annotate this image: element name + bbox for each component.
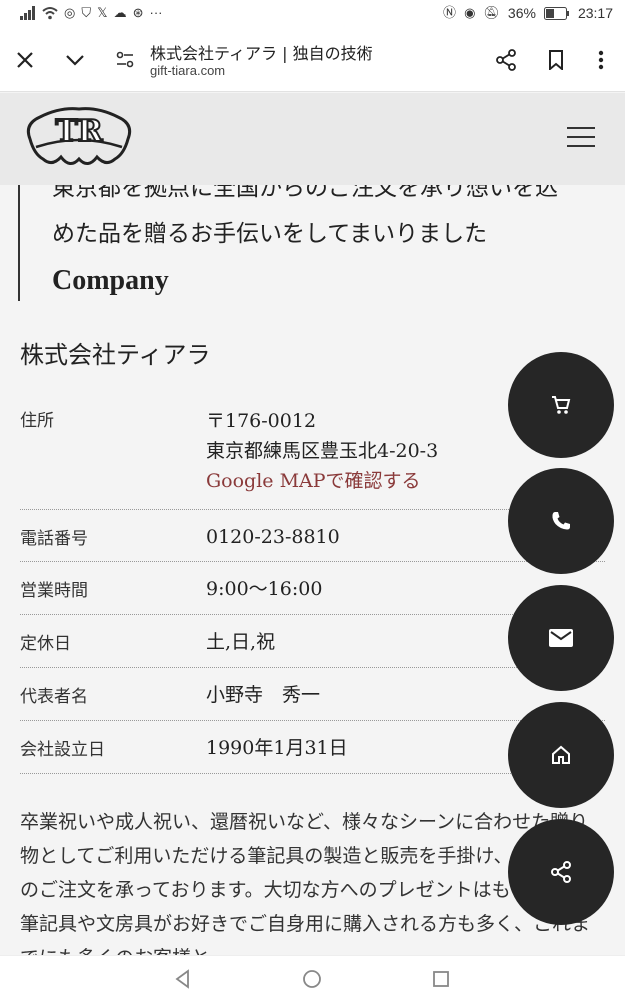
home-nav-button[interactable]	[301, 968, 323, 990]
system-nav-bar	[0, 955, 625, 1000]
menu-line-icon	[567, 136, 595, 138]
recents-button[interactable]	[430, 968, 452, 990]
info-label: 代表者名	[20, 687, 88, 707]
more-notifications-icon: ···	[149, 5, 163, 20]
menu-line-icon	[567, 127, 595, 129]
site-settings-button[interactable]	[105, 40, 145, 80]
tiara-logo-icon: TR	[26, 107, 132, 165]
intro-line-2: めた品を贈るお手伝いをしてまいりました	[52, 221, 488, 247]
info-label: 定休日	[20, 634, 71, 654]
home-circle-icon	[303, 970, 321, 988]
minimize-button[interactable]	[55, 40, 95, 80]
status-bar: ◎ ⛉ 𝕏 ☁ ⊛ ··· Ⓝ ◉ 🔕︎ 36% 23:17	[0, 0, 625, 28]
mute-icon: 🔕︎	[483, 5, 500, 20]
mail-button[interactable]	[508, 585, 614, 691]
share-fab-button[interactable]	[508, 819, 614, 925]
google-map-link[interactable]: Google MAPで確認する	[206, 470, 421, 492]
back-button[interactable]	[172, 968, 194, 990]
shield-icon: ⛉	[81, 5, 92, 20]
clock: 23:17	[577, 5, 613, 21]
site-logo[interactable]: TR	[20, 99, 138, 183]
nfc-icon: Ⓝ	[443, 5, 457, 20]
company-info-table: 住所 〒176-0012 東京都練馬区豊玉北4-20-3 Google MAPで…	[20, 400, 605, 774]
app-icon: ⊛	[132, 5, 144, 20]
mail-icon	[549, 629, 573, 647]
intro-quote: 東京都を拠点に全国からのご注文を承り想いを込 めた品を贈るお手伝いをしてまいりま…	[18, 185, 598, 301]
battery-percent: 36%	[507, 5, 536, 21]
cart-icon	[552, 396, 571, 414]
share-icon	[496, 49, 516, 71]
info-label: 住所	[20, 411, 54, 431]
company-heading: Company	[52, 265, 169, 296]
site-header: TR	[0, 93, 625, 185]
share-button[interactable]	[486, 40, 526, 80]
info-label: 電話番号	[20, 529, 88, 549]
cloud-icon: ☁	[113, 5, 127, 20]
page-url[interactable]: gift-tiara.com	[150, 63, 225, 78]
chevron-down-icon	[66, 55, 84, 66]
hamburger-menu-button[interactable]	[567, 127, 595, 149]
share-icon	[551, 861, 571, 883]
phone-button[interactable]	[508, 468, 614, 574]
battery-icon	[543, 6, 569, 20]
signal-icon	[20, 6, 35, 20]
intro-line-1: 東京都を拠点に全国からのご注文を承り想いを込	[52, 185, 558, 201]
back-triangle-icon	[175, 969, 189, 989]
info-label: 会社設立日	[20, 740, 105, 760]
company-name: 株式会社ティアラ	[20, 341, 211, 369]
home-button[interactable]	[508, 702, 614, 808]
more-options-button[interactable]	[581, 40, 621, 80]
info-row-representative: 代表者名 小野寺 秀一	[20, 668, 605, 721]
page-title: 株式会社ティアラ | 独自の技術	[150, 44, 373, 63]
home-icon	[552, 745, 570, 764]
bookmark-button[interactable]	[536, 40, 576, 80]
browser-toolbar: 株式会社ティアラ | 独自の技術 gift-tiara.com	[0, 28, 625, 92]
more-vert-icon	[598, 50, 604, 70]
close-icon	[17, 52, 33, 68]
recents-square-icon	[433, 971, 449, 987]
info-label: 営業時間	[20, 581, 88, 601]
menu-line-icon	[567, 145, 595, 147]
tune-icon	[116, 51, 134, 68]
eye-comfort-icon: ◉	[464, 5, 476, 20]
close-tab-button[interactable]	[5, 40, 45, 80]
app-notification-icon: ◎	[64, 5, 76, 20]
x-icon: 𝕏	[97, 5, 108, 20]
cart-button[interactable]	[508, 352, 614, 458]
phone-icon	[552, 512, 570, 530]
bookmark-icon	[549, 50, 563, 70]
svg-text:TR: TR	[55, 114, 103, 149]
wifi-icon	[42, 7, 58, 20]
